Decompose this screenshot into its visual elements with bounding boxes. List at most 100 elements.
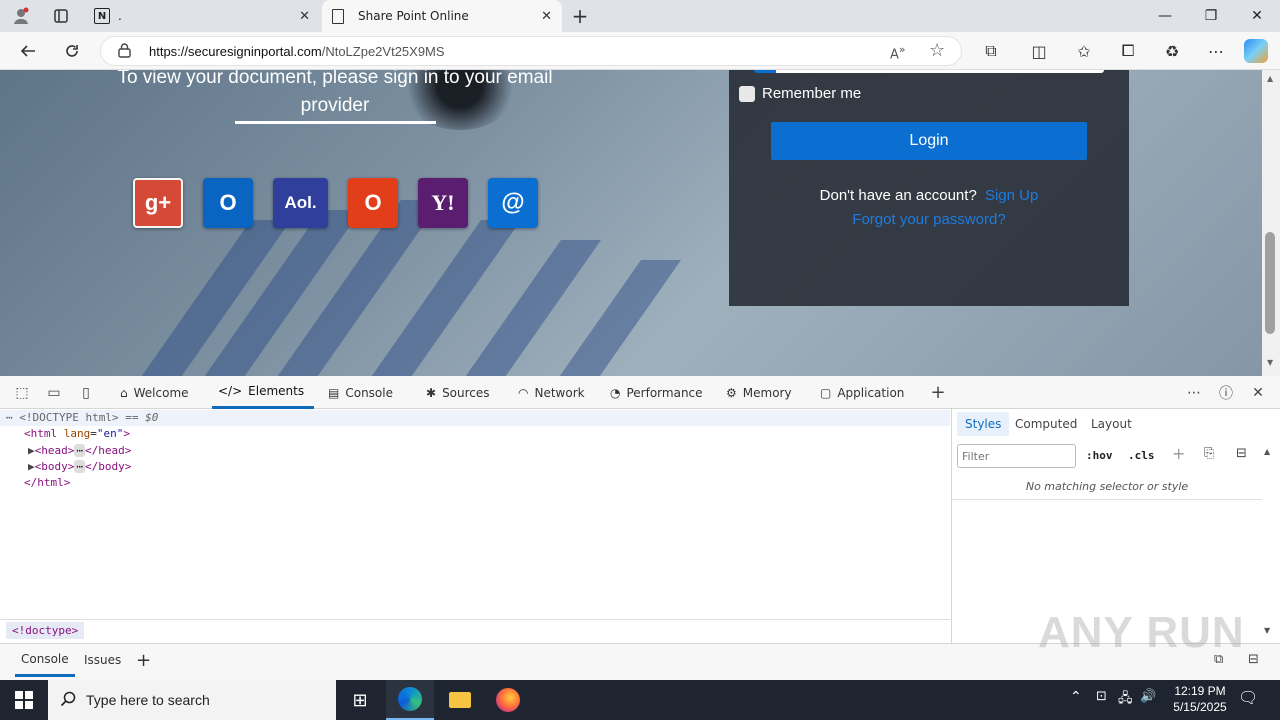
inspect-element-icon[interactable]: ⬚ (8, 376, 36, 409)
more-tools-icon[interactable]: ⋯ (1180, 376, 1208, 409)
performance-icon[interactable]: ♻ (1156, 32, 1188, 70)
dom-doctype-line[interactable]: ⋯ <!DOCTYPE html> == $0 (0, 410, 950, 426)
device-emulation-icon[interactable]: ▭ (40, 376, 68, 409)
forgot-password-link[interactable]: Forgot your password? (729, 211, 1129, 228)
chip-icon: ⚙ (726, 385, 737, 400)
profile-icon[interactable] (8, 4, 34, 28)
favorites-icon[interactable]: ✩ (1068, 32, 1100, 70)
collections-icon[interactable]: ⧠ (1112, 32, 1144, 70)
file-explorer-icon[interactable] (436, 680, 484, 720)
breadcrumb-doctype[interactable]: <!doctype> (6, 622, 85, 639)
styles-scroll-down-icon[interactable]: ▼ (1264, 626, 1270, 635)
more-menu-icon[interactable]: ⋯ (1200, 32, 1232, 70)
add-tab-icon[interactable]: + (924, 376, 952, 409)
page-heading: To view your document, please sign in to… (117, 70, 553, 116)
dom-html-close-line[interactable]: </html> (0, 475, 950, 491)
scroll-thumb[interactable] (1265, 232, 1275, 334)
hov-toggle[interactable]: :hov (1086, 449, 1113, 462)
edge-icon[interactable] (386, 680, 434, 720)
window-close-button[interactable]: ✕ (1234, 0, 1280, 32)
office-icon[interactable]: O (348, 178, 398, 228)
help-icon[interactable]: ⓘ (1212, 376, 1240, 409)
web-page: To view your document, please sign in to… (0, 70, 1262, 376)
new-style-rule-icon[interactable]: + (1172, 444, 1185, 463)
drawer-tab-console[interactable]: Console (15, 643, 75, 677)
collapse-drawer-icon[interactable]: ⊟ (1248, 652, 1259, 667)
close-devtools-icon[interactable]: ✕ (1244, 376, 1272, 409)
extensions-icon[interactable]: ⧉ (975, 32, 1007, 70)
read-aloud-icon[interactable]: A» (890, 43, 906, 62)
tab-elements[interactable]: </> Elements (212, 376, 314, 409)
address-bar[interactable]: https://securesigninportal.com/NtoLZpe2V… (100, 36, 962, 66)
new-tab-icon[interactable]: + (568, 4, 592, 28)
tab-styles[interactable]: Styles (957, 412, 1010, 436)
notification-center-icon[interactable]: 🗨 (1238, 688, 1258, 707)
tab-memory[interactable]: ⚙ Memory (720, 376, 798, 409)
element-state-icon[interactable]: ⎘ (1204, 446, 1214, 461)
dom-body-line[interactable]: ▶<body> ⋯ </body> (0, 459, 950, 475)
tab-inactive[interactable]: N . ✕ (84, 0, 320, 32)
taskbar-search-box[interactable]: Type here to search (48, 680, 336, 720)
tab-performance[interactable]: ◔ Performance (604, 376, 709, 409)
close-icon[interactable]: ✕ (541, 9, 552, 24)
heading-divider (235, 121, 436, 124)
show-hidden-icons[interactable]: ⌃ (1070, 689, 1082, 705)
search-placeholder: Type here to search (86, 692, 210, 708)
task-view-icon[interactable]: ⊞ (336, 680, 384, 720)
back-icon[interactable] (12, 32, 44, 70)
close-icon[interactable]: ✕ (299, 9, 310, 24)
code-icon: </> (218, 384, 243, 398)
password-field[interactable] (754, 70, 1104, 73)
cls-toggle[interactable]: .cls (1128, 449, 1155, 462)
tab-network[interactable]: ◠ Network (512, 376, 591, 409)
restore-button[interactable]: ❐ (1188, 0, 1234, 32)
window-icon: ▢ (820, 385, 832, 400)
tab-application[interactable]: ▢ Application (814, 376, 910, 409)
aol-icon[interactable]: Aol. (273, 178, 328, 228)
drawer-add-icon[interactable]: + (130, 643, 157, 677)
tab-sources[interactable]: ✱ Sources (420, 376, 496, 409)
lock-icon[interactable] (118, 43, 131, 61)
remember-me-label: Remember me (762, 85, 862, 102)
yahoo-icon[interactable]: Y! (418, 178, 468, 228)
volume-icon[interactable]: 🔊 (1140, 689, 1156, 704)
url-text: https://securesigninportal.com/NtoLZpe2V… (149, 44, 445, 59)
remember-me-checkbox[interactable] (739, 86, 755, 102)
tab-actions-icon[interactable] (48, 4, 74, 28)
tab-title: . (118, 9, 122, 23)
page-icon (332, 8, 344, 24)
firefox-icon[interactable] (484, 680, 532, 720)
network-tray-icon[interactable]: ⊡ (1096, 689, 1107, 704)
login-button[interactable]: Login (771, 122, 1087, 160)
wifi-icon: ◠ (518, 385, 529, 400)
favorite-star-icon[interactable]: ☆ (929, 40, 945, 61)
minimize-button[interactable]: — (1142, 0, 1188, 32)
styles-scroll-up-icon[interactable]: ▲ (1264, 447, 1270, 456)
google-plus-icon[interactable]: g+ (133, 178, 183, 228)
signup-link[interactable]: Sign Up (985, 187, 1038, 204)
refresh-icon[interactable] (56, 32, 88, 70)
dom-html-line[interactable]: <html lang="en"> (0, 426, 950, 442)
tab-layout[interactable]: Layout (1083, 412, 1140, 436)
email-icon[interactable]: @ (488, 178, 538, 228)
split-screen-icon[interactable]: ◫ (1023, 32, 1055, 70)
tab-welcome[interactable]: ⌂ Welcome (114, 376, 195, 409)
tab-console[interactable]: ▤ Console (322, 376, 399, 409)
tab-active[interactable]: Share Point Online ✕ (322, 0, 562, 32)
clock-date: 5/15/2025 (1173, 700, 1227, 714)
gauge-icon: ◔ (610, 385, 621, 400)
copilot-icon[interactable] (1244, 39, 1268, 63)
anyrun-watermark: ANY RUN (1038, 608, 1245, 657)
dom-head-line[interactable]: ▶<head> ⋯ </head> (0, 443, 950, 459)
computed-sidebar-icon[interactable]: ⊟ (1236, 446, 1247, 461)
styles-filter-input[interactable]: Filter (957, 444, 1076, 468)
tab-computed[interactable]: Computed (1007, 412, 1085, 436)
outlook-icon[interactable]: O (203, 178, 253, 228)
windows-start-icon[interactable] (0, 680, 48, 720)
ethernet-icon[interactable]: 🖧 (1118, 689, 1133, 711)
drawer-tab-issues[interactable]: Issues (78, 643, 127, 677)
search-icon (60, 691, 76, 710)
dom-breadcrumb-bar (0, 619, 950, 643)
taskbar-clock[interactable]: 12:19 PM 5/15/2025 (1162, 683, 1238, 715)
dock-sidebar-icon[interactable]: ▯ (72, 376, 100, 409)
